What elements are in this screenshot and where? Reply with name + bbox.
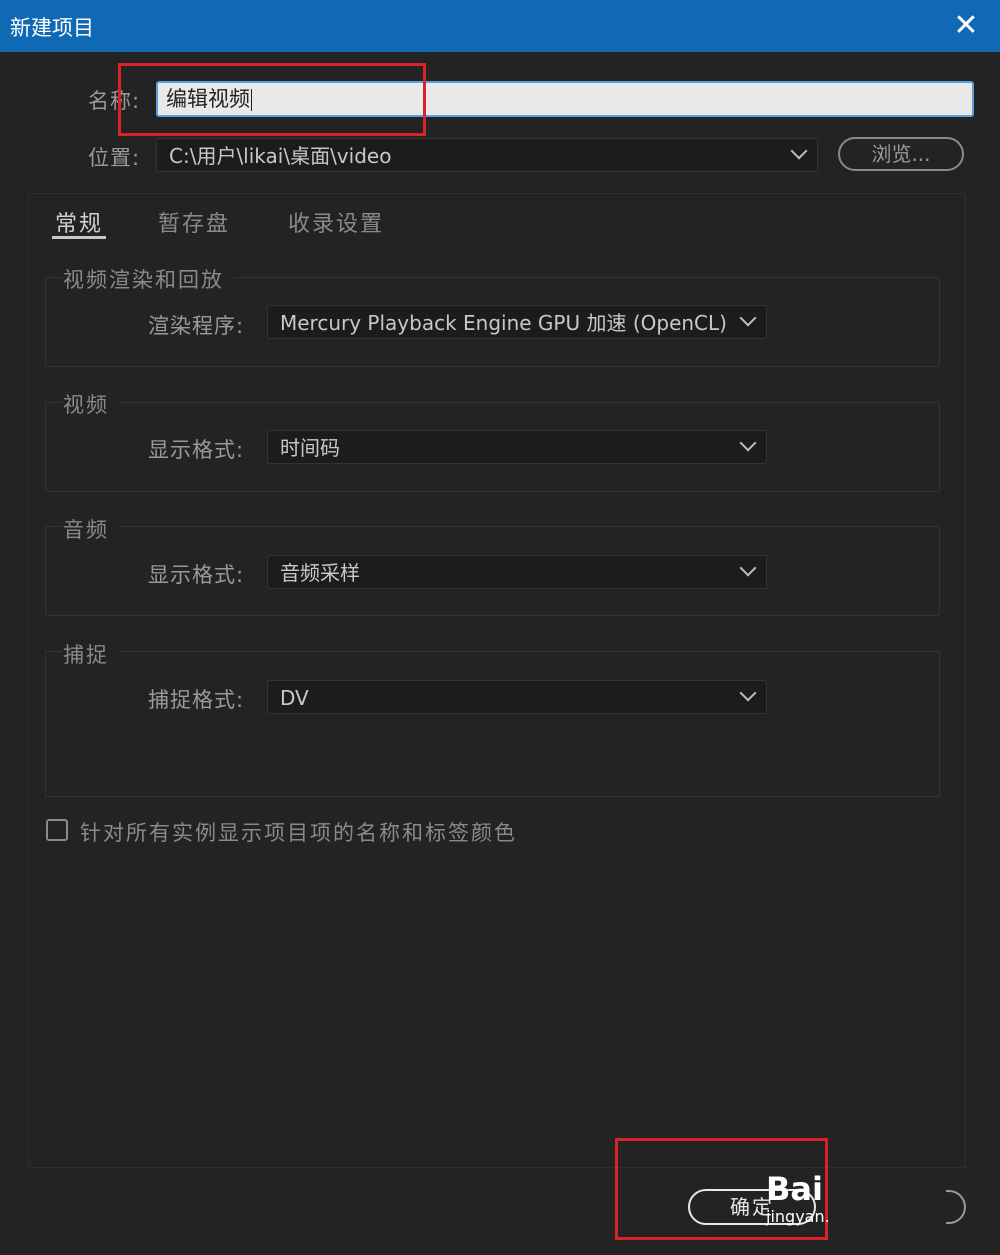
chevron-down-icon (790, 142, 808, 160)
tab-general[interactable]: 常规 (55, 206, 103, 238)
render-group-title: 视频渲染和回放 (63, 264, 234, 294)
active-tab-indicator (52, 236, 106, 239)
highlight-name-box (118, 63, 426, 136)
renderer-label: 渲染程序: (148, 314, 245, 338)
capture-format-value: DV (280, 686, 309, 710)
window-title: 新建项目 (10, 16, 94, 40)
audio-display-format-label: 显示格式: (148, 563, 245, 587)
tab-scratch-disks[interactable]: 暂存盘 (158, 206, 230, 238)
audio-display-format-value: 音频采样 (280, 561, 360, 585)
capture-format-select[interactable]: DV (267, 680, 767, 714)
title-bar: 新建项目 ✕ (0, 0, 1000, 52)
audio-group-title: 音频 (63, 514, 119, 544)
renderer-select[interactable]: Mercury Playback Engine GPU 加速 (OpenCL) (267, 305, 767, 339)
location-value: C:\用户\likai\桌面\video (169, 144, 392, 168)
show-label-colors-checkbox[interactable] (46, 819, 68, 841)
show-label-colors-label: 针对所有实例显示项目项的名称和标签颜色 (80, 821, 517, 845)
audio-display-format-select[interactable]: 音频采样 (267, 555, 767, 589)
tab-ingest-settings[interactable]: 收录设置 (288, 206, 384, 238)
watermark-logo: Bai (766, 1170, 823, 1208)
location-select[interactable]: C:\用户\likai\桌面\video (156, 138, 818, 172)
video-display-format-label: 显示格式: (148, 438, 245, 462)
capture-format-label: 捕捉格式: (148, 688, 245, 712)
renderer-value: Mercury Playback Engine GPU 加速 (OpenCL) (280, 311, 727, 335)
cancel-button[interactable] (946, 1190, 966, 1224)
browse-button[interactable]: 浏览... (838, 137, 964, 171)
watermark-text: jingyan. (766, 1207, 830, 1226)
video-display-format-select[interactable]: 时间码 (267, 430, 767, 464)
location-label: 位置: (88, 146, 141, 170)
capture-group-title: 捕捉 (63, 639, 119, 669)
video-display-format-value: 时间码 (280, 436, 340, 460)
chevron-down-icon (739, 684, 757, 702)
chevron-down-icon (739, 434, 757, 452)
video-group-title: 视频 (63, 389, 119, 419)
chevron-down-icon (739, 559, 757, 577)
close-icon[interactable]: ✕ (946, 6, 986, 46)
chevron-down-icon (739, 309, 757, 327)
capture-group (45, 651, 940, 797)
